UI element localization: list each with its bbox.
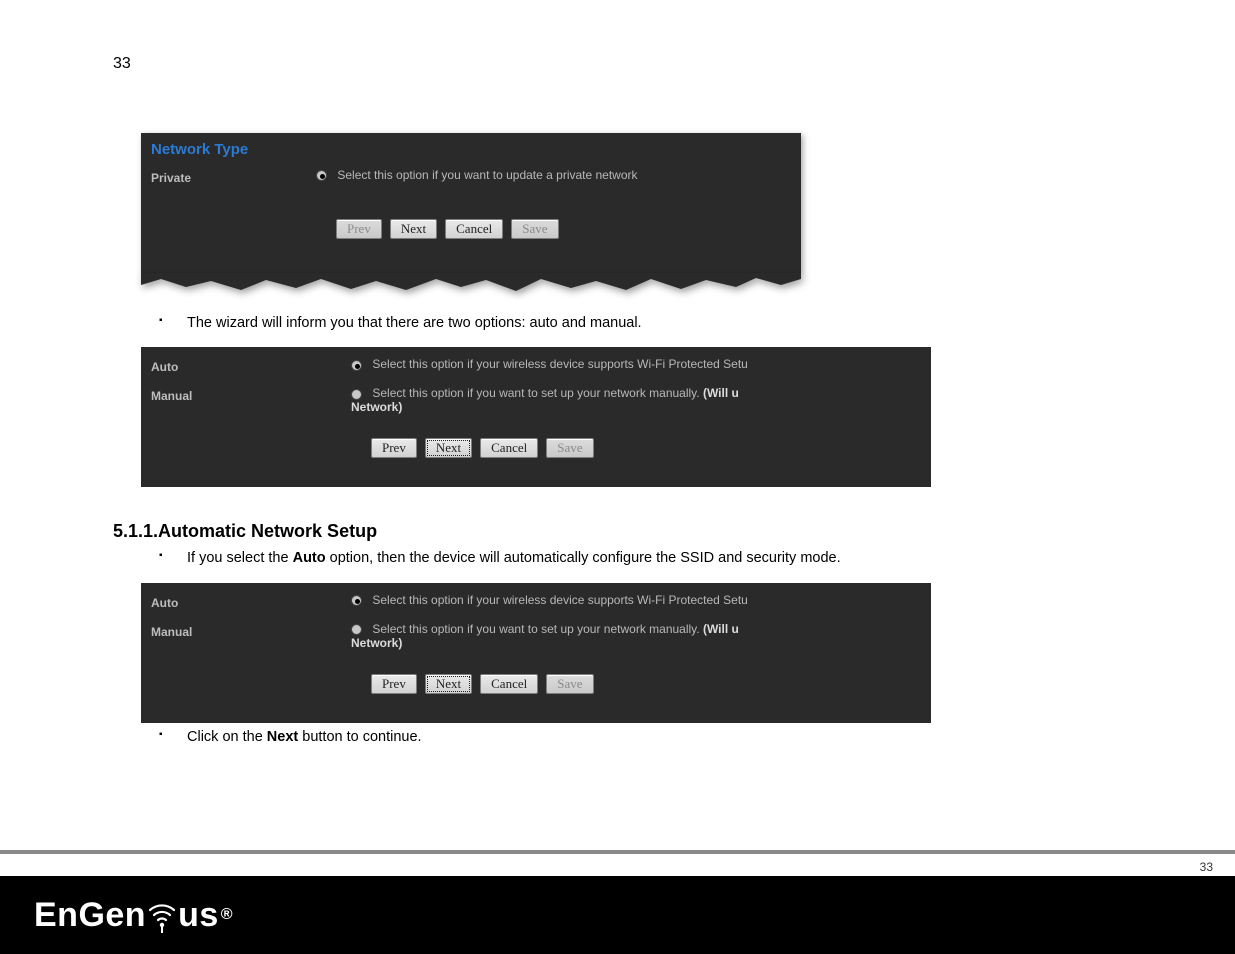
option-desc-manual-a: Select this option if you want to set up… [372,386,703,400]
cancel-button[interactable]: Cancel [445,219,503,239]
page-number-top: 33 [113,55,1133,73]
section-heading: 5.1.1.Automatic Network Setup [113,521,1133,542]
panel-heading: Network Type [141,141,801,164]
option-desc-private: Select this option if you want to update… [337,168,637,182]
option-label-private: Private [141,168,316,185]
option-desc-manual-c: Network) [351,400,402,414]
radio-auto[interactable] [351,595,362,606]
next-button[interactable]: Next [390,219,437,239]
screenshot-auto-manual-1: Auto Select this option if your wireless… [141,347,931,487]
page-number-bottom: 33 [1200,860,1213,874]
save-button[interactable]: Save [511,219,558,239]
cancel-button[interactable]: Cancel [480,438,538,458]
option-desc-manual-c: Network) [351,636,402,650]
option-label-auto: Auto [141,593,351,610]
page-footer: 33 EnGen us® [0,850,1235,954]
radio-manual[interactable] [351,624,362,635]
next-button[interactable]: Next [425,674,472,694]
prev-button[interactable]: Prev [371,438,417,458]
prev-button[interactable]: Prev [336,219,382,239]
option-label-manual: Manual [141,622,351,639]
bullet-auto-option: If you select the Auto option, then the … [159,548,1133,568]
brand-logo: EnGen us® [34,896,233,935]
option-desc-manual-b: (Will u [703,386,739,400]
next-button[interactable]: Next [425,438,472,458]
save-button[interactable]: Save [546,674,593,694]
bullet-two-options: The wizard will inform you that there ar… [159,313,1133,333]
radio-manual[interactable] [351,389,362,400]
option-desc-auto: Select this option if your wireless devi… [372,357,748,371]
radio-auto[interactable] [351,360,362,371]
option-desc-manual-a: Select this option if you want to set up… [372,622,703,636]
option-desc-auto: Select this option if your wireless devi… [372,593,748,607]
screenshot-auto-manual-2: Auto Select this option if your wireless… [141,583,931,723]
bullet-click-next: Click on the Next button to continue. [159,727,1133,747]
torn-edge-decoration [141,273,801,295]
cancel-button[interactable]: Cancel [480,674,538,694]
option-label-manual: Manual [141,386,351,403]
prev-button[interactable]: Prev [371,674,417,694]
screenshot-network-type: Network Type Private Select this option … [141,133,801,295]
wifi-icon [147,898,177,932]
save-button[interactable]: Save [546,438,593,458]
radio-private[interactable] [316,170,327,181]
option-desc-manual-b: (Will u [703,622,739,636]
option-label-auto: Auto [141,357,351,374]
